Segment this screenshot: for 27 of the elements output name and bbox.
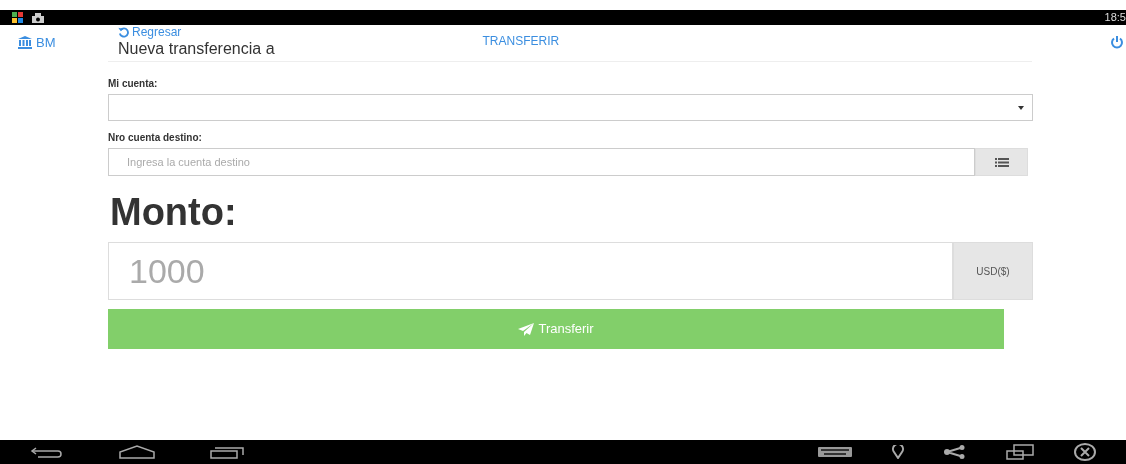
screen-mirror-icon[interactable] bbox=[1006, 444, 1034, 460]
field-label: Nro cuenta destino: bbox=[108, 131, 203, 145]
amount-input[interactable]: 1000 bbox=[108, 242, 953, 300]
back-icon[interactable] bbox=[30, 446, 64, 458]
home-icon[interactable] bbox=[119, 445, 155, 459]
app-grid-icon bbox=[12, 12, 24, 23]
share-icon[interactable] bbox=[944, 445, 966, 459]
home-link[interactable]: BM bbox=[18, 33, 56, 53]
field-label: Mi cuenta: bbox=[108, 77, 159, 91]
back-link[interactable]: Regresar bbox=[118, 25, 275, 39]
transfer-button[interactable]: Transferir bbox=[108, 309, 1004, 349]
list-button[interactable] bbox=[975, 148, 1028, 176]
transfer-tab[interactable]: TRANSFERIR bbox=[482, 32, 560, 50]
recent-apps-icon[interactable] bbox=[210, 445, 244, 459]
currency-addon: USD($) bbox=[953, 242, 1033, 300]
destination-input[interactable]: Ingresa la cuenta destino bbox=[108, 148, 975, 176]
keyboard-icon[interactable] bbox=[818, 447, 852, 457]
bank-icon bbox=[18, 36, 32, 50]
close-icon[interactable] bbox=[1074, 443, 1096, 461]
power-icon[interactable] bbox=[1110, 35, 1124, 49]
paper-plane-icon bbox=[518, 322, 535, 336]
list-icon bbox=[994, 157, 1009, 167]
undo-icon bbox=[118, 26, 129, 38]
caret-icon bbox=[1018, 105, 1024, 110]
page-title: Nueva transferencia a bbox=[118, 39, 275, 59]
amount-label: Monto: bbox=[109, 190, 238, 234]
clock: 18:5 bbox=[1104, 10, 1126, 26]
